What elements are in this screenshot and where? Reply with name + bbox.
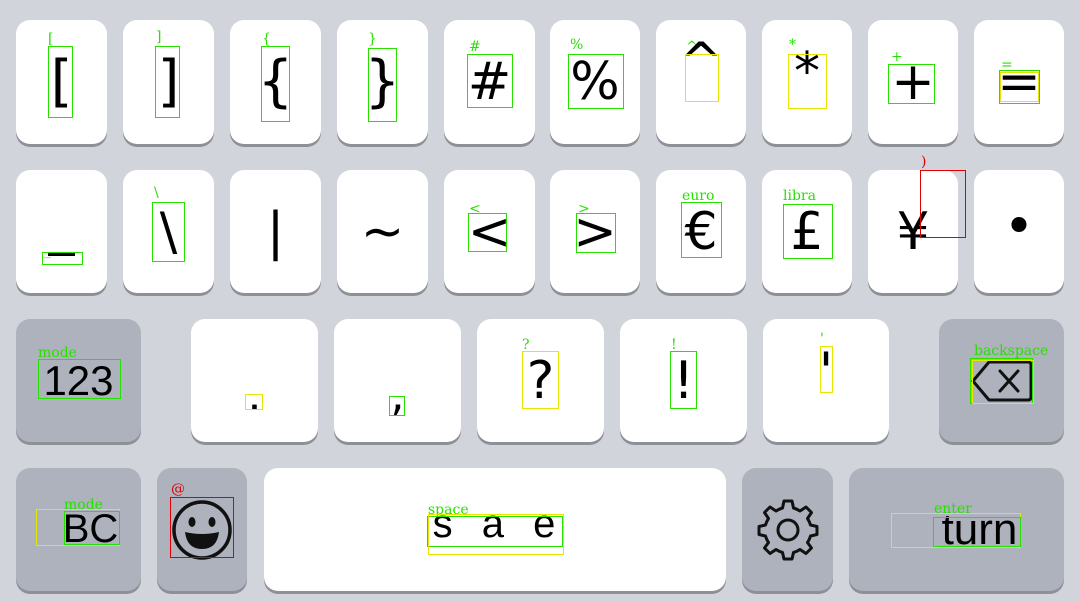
key-comma[interactable]: ,	[334, 319, 461, 442]
tag-percent: %	[570, 37, 584, 53]
tag-hash: #	[469, 39, 481, 55]
key-glyph: |	[266, 201, 285, 262]
bbox-euro	[681, 202, 722, 258]
bbox-underscore	[42, 252, 83, 265]
bbox-enter	[933, 517, 1021, 547]
key-pipe[interactable]: |	[230, 170, 321, 293]
key-glyph: _	[48, 196, 75, 257]
tag-emoji: @	[171, 481, 185, 497]
key-glyph: •	[1003, 196, 1035, 257]
tag-asterisk: *	[789, 37, 796, 53]
bbox-caret	[685, 54, 719, 102]
bbox-space-outer	[428, 514, 564, 555]
key-glyph: ~	[360, 201, 405, 262]
bbox-percent	[568, 54, 624, 109]
key-bullet[interactable]: •	[974, 170, 1064, 293]
key-period[interactable]: .	[191, 319, 318, 442]
tag-apostrophe: '	[820, 331, 824, 347]
bbox-question	[522, 351, 559, 409]
gear-icon	[757, 499, 818, 560]
bbox-apostrophe	[820, 346, 833, 393]
bbox-right-brace	[368, 48, 397, 122]
tag-question: ?	[522, 337, 530, 353]
tag-right-brace: }	[368, 31, 377, 47]
bbox-right-bracket	[155, 46, 180, 118]
bbox-less-than	[468, 213, 507, 252]
bbox-period	[245, 394, 263, 410]
tag-left-bracket: [	[48, 31, 54, 47]
key-underscore[interactable]: _	[16, 170, 107, 293]
tag-plus: +	[891, 49, 903, 65]
tag-libra: libra	[783, 188, 816, 204]
bbox-plus	[888, 64, 935, 104]
tag-right-bracket: ]	[156, 29, 162, 45]
tag-exclamation: !	[671, 337, 677, 353]
bbox-emoji	[170, 497, 234, 558]
bbox-yen	[920, 170, 966, 238]
bbox-backspace-inner	[972, 360, 1034, 404]
bbox-backslash	[152, 202, 185, 262]
tag-backslash: \	[154, 185, 159, 201]
bbox-equals-inner	[1000, 72, 1039, 102]
key-tilde[interactable]: ~	[337, 170, 428, 293]
tag-euro: euro	[682, 188, 715, 204]
bbox-hash	[467, 54, 513, 108]
bbox-left-bracket	[48, 46, 73, 118]
tag-yen: )	[921, 154, 927, 170]
bbox-left-brace	[261, 46, 290, 122]
bbox-comma	[389, 396, 405, 416]
bbox-greater-than	[576, 213, 616, 253]
tag-caret: ^	[686, 39, 698, 55]
bbox-mode-abc	[64, 511, 120, 545]
bbox-libra	[783, 204, 833, 259]
tag-mode-123: mode	[38, 345, 77, 361]
bbox-exclamation	[670, 351, 697, 409]
tag-backspace: backspace	[974, 343, 1049, 359]
settings-key[interactable]	[742, 468, 833, 591]
bbox-asterisk	[788, 54, 827, 109]
tag-left-brace: {	[262, 31, 271, 47]
bbox-mode-123	[38, 359, 121, 399]
